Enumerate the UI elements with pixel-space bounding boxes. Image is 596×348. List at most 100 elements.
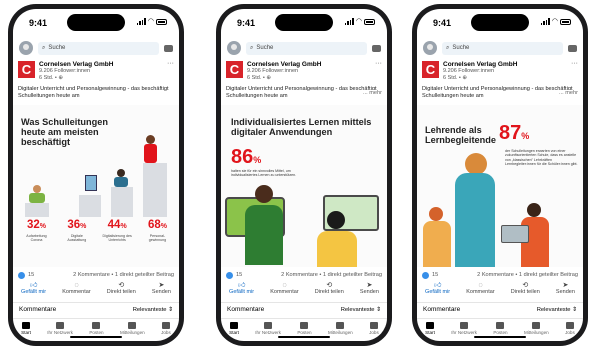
messages-icon[interactable]: [372, 44, 381, 52]
plus-icon: [300, 322, 309, 329]
comment-button[interactable]: ◌ Kommentar: [466, 282, 494, 300]
status-bar: 9:41 ◠: [221, 9, 387, 35]
messages-icon[interactable]: [568, 44, 577, 52]
comment-sort-dropdown[interactable]: Relevanteste ⇕: [537, 307, 577, 313]
tab-label: Ihr Netzwerk: [255, 330, 281, 335]
person-body: [114, 177, 128, 187]
follower-count: 9.206 Follower:innen: [247, 68, 299, 74]
comments-header: Kommentare Relevanteste ⇕: [221, 302, 387, 316]
avatar[interactable]: [19, 41, 33, 55]
comment-sort-dropdown[interactable]: Relevanteste ⇕: [133, 307, 173, 313]
person-body: [245, 205, 283, 265]
tab-label: Start: [229, 330, 239, 335]
person-illustration: [33, 185, 41, 193]
like-count[interactable]: 15: [236, 272, 242, 278]
tab-jobs[interactable]: Jobs: [369, 319, 379, 341]
search-row: ⌕ Suche: [221, 39, 387, 57]
company-name[interactable]: Cornelsen Verlag GmbH: [443, 61, 517, 68]
comment-icon: ◌: [74, 282, 79, 289]
person-body: [29, 193, 45, 203]
send-button[interactable]: ➤ Senden: [360, 282, 379, 300]
tab-notifications[interactable]: Mitteilungen: [120, 319, 145, 341]
search-input[interactable]: ⌕ Suche: [246, 41, 367, 55]
comment-share-count[interactable]: 2 Kommentare • 1 direkt geteilter Beitra…: [477, 272, 578, 278]
company-logo[interactable]: C: [422, 61, 439, 78]
see-more-link[interactable]: ... mehr: [361, 90, 382, 97]
comments-label: Kommentare: [19, 306, 57, 313]
repost-button[interactable]: ⟲ Direkt teilen: [107, 282, 136, 300]
laptop-illustration: [501, 225, 529, 243]
comment-button[interactable]: ◌ Kommentar: [270, 282, 298, 300]
stat-caption: der Schulleitungen erwarten von einer zu…: [505, 149, 578, 167]
action-bar: 👍︎ Gefällt mir ◌ Kommentar ⟲ Direkt teilen …: [221, 282, 387, 300]
comment-share-count[interactable]: 2 Kommentare • 1 direkt geteilter Beitra…: [281, 272, 382, 278]
home-icon: [426, 322, 434, 329]
tab-label: Posten: [493, 330, 508, 335]
post-header: C Cornelsen Verlag GmbH 9.206 Follower:i…: [221, 60, 387, 83]
globe-icon: ⊕: [58, 75, 63, 81]
company-name[interactable]: Cornelsen Verlag GmbH: [247, 61, 321, 68]
search-input[interactable]: ⌕ Suche: [442, 41, 563, 55]
reaction-stats: 15 2 Kommentare • 1 direkt geteilter Beit…: [221, 270, 387, 280]
avatar[interactable]: [423, 41, 437, 55]
like-count[interactable]: 15: [28, 272, 34, 278]
search-row: ⌕ Suche: [417, 39, 583, 57]
post-image-slide-3[interactable]: Lehrende als Lernbegleitende 87% der Sch…: [417, 105, 583, 267]
bar-item: 36% Digitale Ausstattung: [61, 219, 92, 242]
post-image-slide-1[interactable]: Was Schulleitungen heute am meisten besc…: [13, 105, 179, 267]
search-input[interactable]: ⌕ Suche: [38, 41, 159, 55]
tab-start[interactable]: Start: [229, 319, 239, 341]
post-body: Digitaler Unterricht und Personalgewinnu…: [226, 86, 377, 99]
like-button[interactable]: 👍︎ Gefällt mir: [21, 282, 46, 300]
plus-icon: [92, 322, 101, 329]
comment-label: Kommentar: [466, 289, 495, 295]
signal-icon: [540, 18, 550, 25]
tab-start[interactable]: Start: [425, 319, 435, 341]
avatar[interactable]: [227, 41, 241, 55]
tab-notifications[interactable]: Mitteilungen: [524, 319, 549, 341]
repost-button[interactable]: ⟲ Direkt teilen: [315, 282, 344, 300]
company-name[interactable]: Cornelsen Verlag GmbH: [39, 61, 113, 68]
bar-label: Aufarbeitung Corona: [26, 234, 47, 243]
signal-icon: [136, 18, 146, 25]
search-icon: ⌕: [250, 44, 254, 51]
tab-network[interactable]: Ihr Netzwerk: [255, 319, 281, 341]
person-illustration: [429, 207, 443, 221]
tab-jobs[interactable]: Jobs: [161, 319, 171, 341]
tab-label: Start: [21, 330, 31, 335]
repost-icon: ⟲: [118, 282, 125, 289]
like-button[interactable]: 👍︎ Gefällt mir: [229, 282, 254, 300]
tab-network[interactable]: Ihr Netzwerk: [47, 319, 73, 341]
more-options-icon[interactable]: ···: [375, 60, 382, 83]
post-age: 6 Std. •: [39, 75, 59, 81]
like-button[interactable]: 👍︎ Gefällt mir: [425, 282, 450, 300]
tab-jobs[interactable]: Jobs: [565, 319, 575, 341]
comment-share-count[interactable]: 2 Kommentare • 1 direkt geteilter Beitra…: [73, 272, 174, 278]
send-icon: ➤: [562, 282, 569, 289]
see-more-link[interactable]: ... mehr: [557, 90, 578, 97]
send-button[interactable]: ➤ Senden: [152, 282, 171, 300]
like-reaction-icon: [422, 271, 429, 279]
more-options-icon[interactable]: ···: [571, 60, 578, 83]
home-icon: [230, 322, 238, 329]
post-image-slide-2[interactable]: Individualisiertes Lernen mittels digita…: [221, 105, 387, 267]
repost-button[interactable]: ⟲ Direkt teilen: [511, 282, 540, 300]
comment-button[interactable]: ◌ Kommentar: [62, 282, 90, 300]
comment-sort-dropdown[interactable]: Relevanteste ⇕: [341, 307, 381, 313]
more-options-icon[interactable]: ···: [167, 60, 174, 83]
tab-notifications[interactable]: Mitteilungen: [328, 319, 353, 341]
tab-start[interactable]: Start: [21, 319, 31, 341]
messages-icon[interactable]: [164, 44, 173, 52]
tab-network[interactable]: Ihr Netzwerk: [451, 319, 477, 341]
post-text: Digitaler Unterricht und Personalgewinnu…: [417, 83, 583, 101]
like-label: Gefällt mir: [425, 289, 451, 295]
bar-unit: %: [160, 223, 167, 230]
search-row: ⌕ Suche: [13, 39, 179, 57]
reaction-stats: 15 2 Kommentare • 1 direkt geteilter Beit…: [13, 270, 179, 280]
like-count[interactable]: 15: [432, 272, 438, 278]
send-button[interactable]: ➤ Senden: [556, 282, 575, 300]
company-logo[interactable]: C: [226, 61, 243, 78]
company-logo[interactable]: C: [18, 61, 35, 78]
dynamic-island: [275, 14, 333, 31]
bar-item: 32% Aufarbeitung Corona: [21, 219, 52, 242]
